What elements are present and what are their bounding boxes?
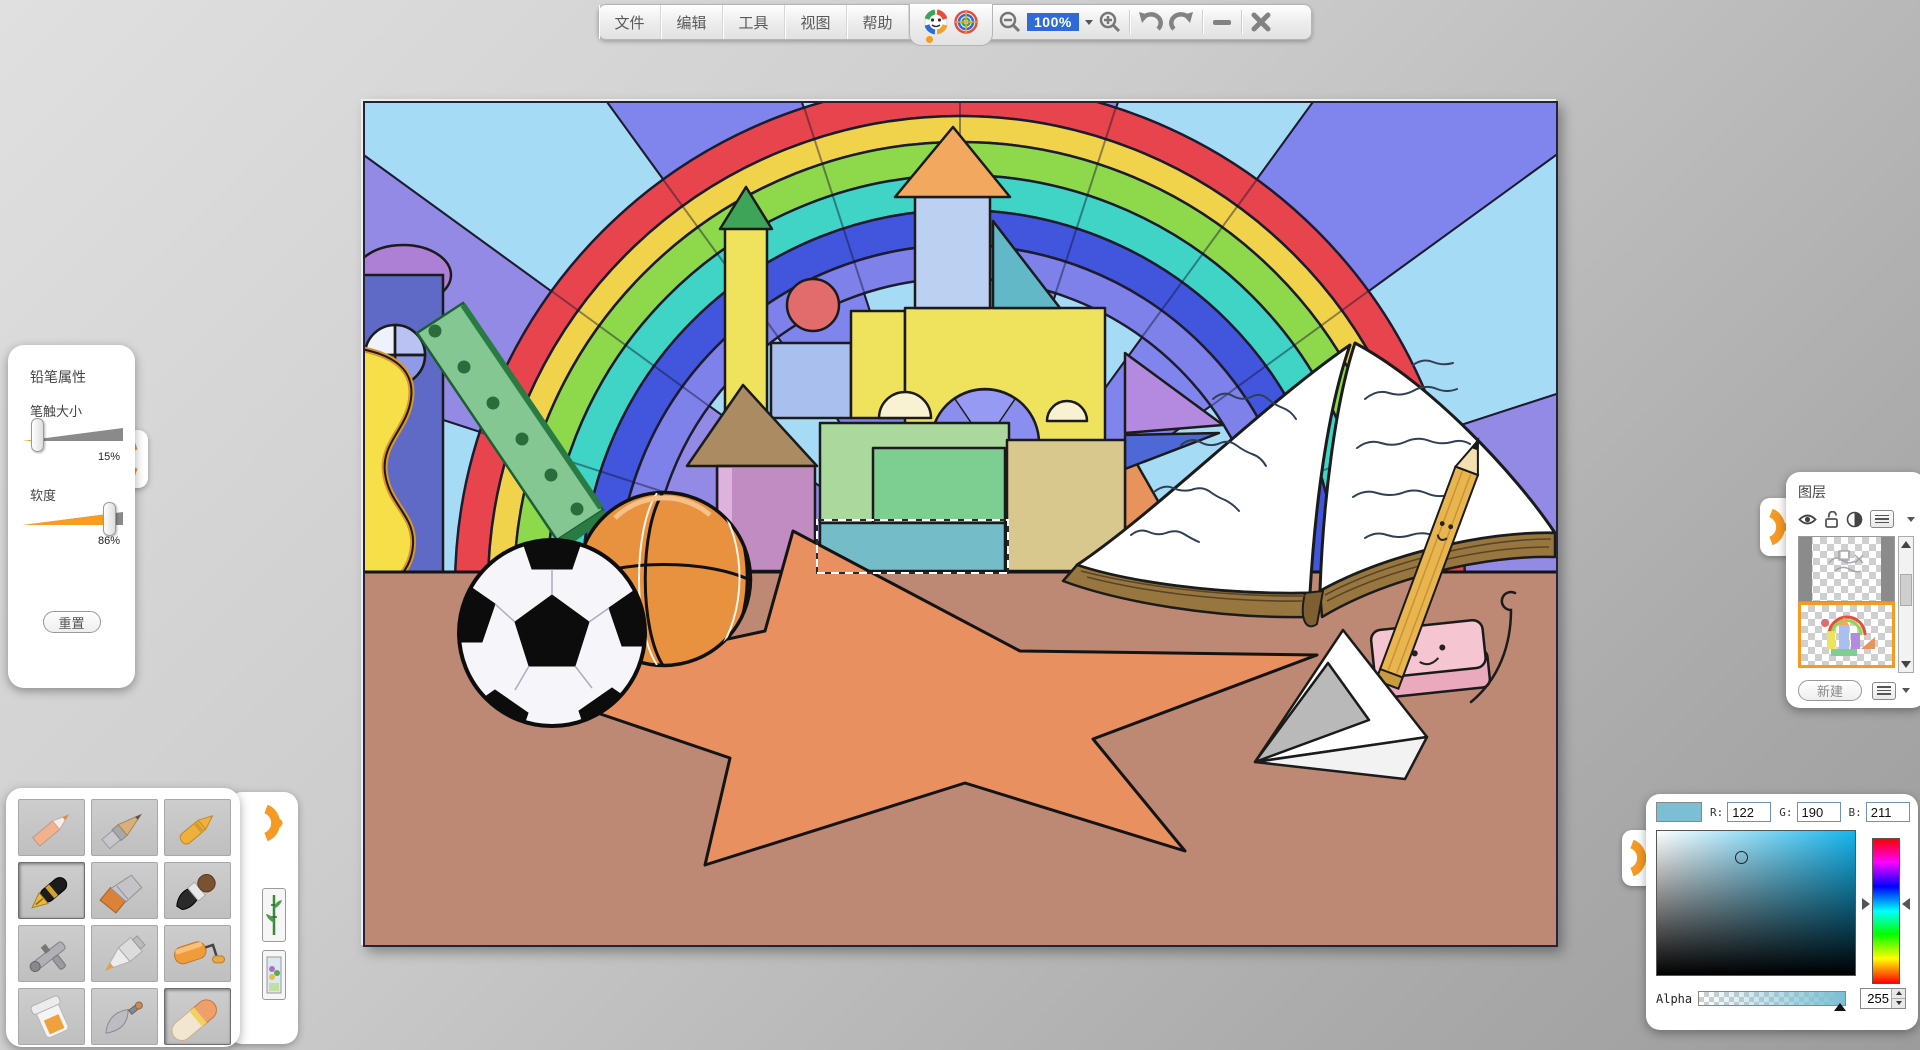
sv-marker[interactable] <box>1735 851 1748 864</box>
toolbar: 文件 编辑 工具 视图 帮助 <box>598 4 1312 40</box>
alpha-spinner <box>1860 988 1906 1009</box>
scene-stamp-button[interactable] <box>262 950 286 1000</box>
tool-palette-knife[interactable] <box>91 988 158 1045</box>
app-window: 文件 编辑 工具 视图 帮助 <box>0 0 1920 1050</box>
scroll-down-icon[interactable] <box>1901 661 1911 668</box>
bamboo-icon <box>266 893 282 937</box>
new-layer-button[interactable]: 新建 <box>1798 680 1862 701</box>
menu-help-label: 帮助 <box>862 12 892 33</box>
g-label: G: <box>1779 806 1792 819</box>
minimize-button[interactable] <box>1205 5 1239 39</box>
softness-value: 86% <box>8 535 120 547</box>
spin-up-button[interactable] <box>1892 989 1905 999</box>
scroll-up-icon[interactable] <box>1901 541 1911 548</box>
tool-paint-roller[interactable] <box>164 925 231 982</box>
menu-edit[interactable]: 编辑 <box>661 5 723 39</box>
pencil-panel-title: 铅笔属性 <box>30 367 135 387</box>
brush-size-slider-thumb[interactable] <box>31 418 44 452</box>
menu-view-label: 视图 <box>800 12 830 33</box>
menu-edit-label: 编辑 <box>676 12 706 33</box>
alpha-slider-marker[interactable] <box>1834 1003 1846 1011</box>
toolbar-separator <box>1241 10 1242 34</box>
reset-button[interactable]: 重置 <box>43 611 101 633</box>
drawing-canvas[interactable] <box>363 101 1558 947</box>
softness-label: 软度 <box>30 485 135 504</box>
zoom-out-button[interactable] <box>993 5 1027 39</box>
layer-2-thumbnail-selected[interactable] <box>1798 602 1895 668</box>
color-picker-panel: R: G: B: Alpha <box>1646 794 1918 1030</box>
app-logo-area <box>909 4 993 46</box>
tool-paint-jar[interactable] <box>18 988 85 1045</box>
bamboo-stamp-button[interactable] <box>262 888 286 942</box>
tool-flat-brush[interactable] <box>91 862 158 919</box>
layer-2-preview <box>1801 605 1892 665</box>
pencil-properties-panel: 铅笔属性 笔触大小 15% 软度 86% 重置 <box>8 345 135 688</box>
b-label: B: <box>1849 806 1862 819</box>
softness-slider[interactable] <box>23 512 123 527</box>
eye-icon[interactable] <box>1798 513 1817 526</box>
tool-airbrush[interactable] <box>18 925 85 982</box>
layers-scrollbar[interactable] <box>1898 536 1914 673</box>
r-field[interactable] <box>1727 802 1771 822</box>
chevron-down-icon[interactable] <box>1902 688 1910 693</box>
palette-collapse-tab[interactable] <box>258 802 286 849</box>
saturation-value-picker[interactable] <box>1656 830 1856 976</box>
layers-options-button[interactable] <box>1872 682 1896 700</box>
canvas-artwork <box>365 103 1556 945</box>
alpha-value-field[interactable] <box>1861 989 1891 1008</box>
zoom-in-button[interactable] <box>1093 5 1127 39</box>
layers-panel: 图层 <box>1786 472 1920 708</box>
tool-colored-pencil[interactable] <box>18 799 85 856</box>
g-field[interactable] <box>1797 802 1841 822</box>
layer-1-sketch <box>1799 537 1895 602</box>
hue-slider[interactable] <box>1872 838 1900 984</box>
collapse-handle-icon <box>258 802 286 844</box>
app-palette-icon[interactable] <box>953 9 979 40</box>
alpha-label: Alpha <box>1656 992 1698 1006</box>
tool-ink-brush[interactable] <box>164 862 231 919</box>
b-field[interactable] <box>1866 802 1910 822</box>
spin-down-button[interactable] <box>1892 999 1905 1008</box>
layer-1-thumbnail[interactable] <box>1798 536 1895 602</box>
menu-view[interactable]: 视图 <box>785 5 847 39</box>
scene-icon <box>266 955 282 995</box>
tool-eraser[interactable] <box>164 988 231 1045</box>
tool-wood-pencil[interactable] <box>91 799 158 856</box>
close-button[interactable] <box>1244 5 1278 39</box>
tool-palette <box>6 788 240 1047</box>
softness-slider-thumb[interactable] <box>103 502 116 536</box>
menu-tools[interactable]: 工具 <box>723 5 785 39</box>
zoom-level-dropdown[interactable]: 100% <box>1027 13 1093 31</box>
zoom-level-value: 100% <box>1027 13 1079 31</box>
brush-size-slider[interactable] <box>23 428 123 443</box>
tool-crayon[interactable] <box>164 799 231 856</box>
unlock-icon[interactable] <box>1824 511 1839 528</box>
chevron-down-icon[interactable] <box>1907 517 1915 522</box>
scrollbar-thumb[interactable] <box>1900 574 1912 606</box>
brush-size-value: 15% <box>8 451 120 463</box>
hue-arrow-left-icon[interactable] <box>1862 898 1870 910</box>
tool-paint-tube[interactable] <box>91 925 158 982</box>
contrast-icon[interactable] <box>1846 511 1863 528</box>
menu-file[interactable]: 文件 <box>599 5 661 39</box>
tool-fountain-pen[interactable] <box>18 862 85 919</box>
r-label: R: <box>1710 806 1723 819</box>
toolbar-separator <box>1202 10 1203 34</box>
logo-orange-dot <box>926 36 933 43</box>
chevron-down-icon <box>1085 20 1093 25</box>
menu-tools-label: 工具 <box>738 12 768 33</box>
layer-menu-button[interactable] <box>1870 510 1894 528</box>
menu-help[interactable]: 帮助 <box>847 5 909 39</box>
app-clown-icon[interactable] <box>923 9 949 40</box>
current-color-swatch <box>1656 802 1702 822</box>
toolbar-separator <box>1129 10 1130 34</box>
menu-file-label: 文件 <box>614 12 644 33</box>
hue-arrow-right-icon[interactable] <box>1902 898 1910 910</box>
undo-button[interactable] <box>1132 5 1166 39</box>
brush-size-label: 笔触大小 <box>30 401 135 420</box>
layers-panel-title: 图层 <box>1798 482 1920 502</box>
redo-button[interactable] <box>1166 5 1200 39</box>
alpha-slider[interactable] <box>1698 991 1846 1006</box>
